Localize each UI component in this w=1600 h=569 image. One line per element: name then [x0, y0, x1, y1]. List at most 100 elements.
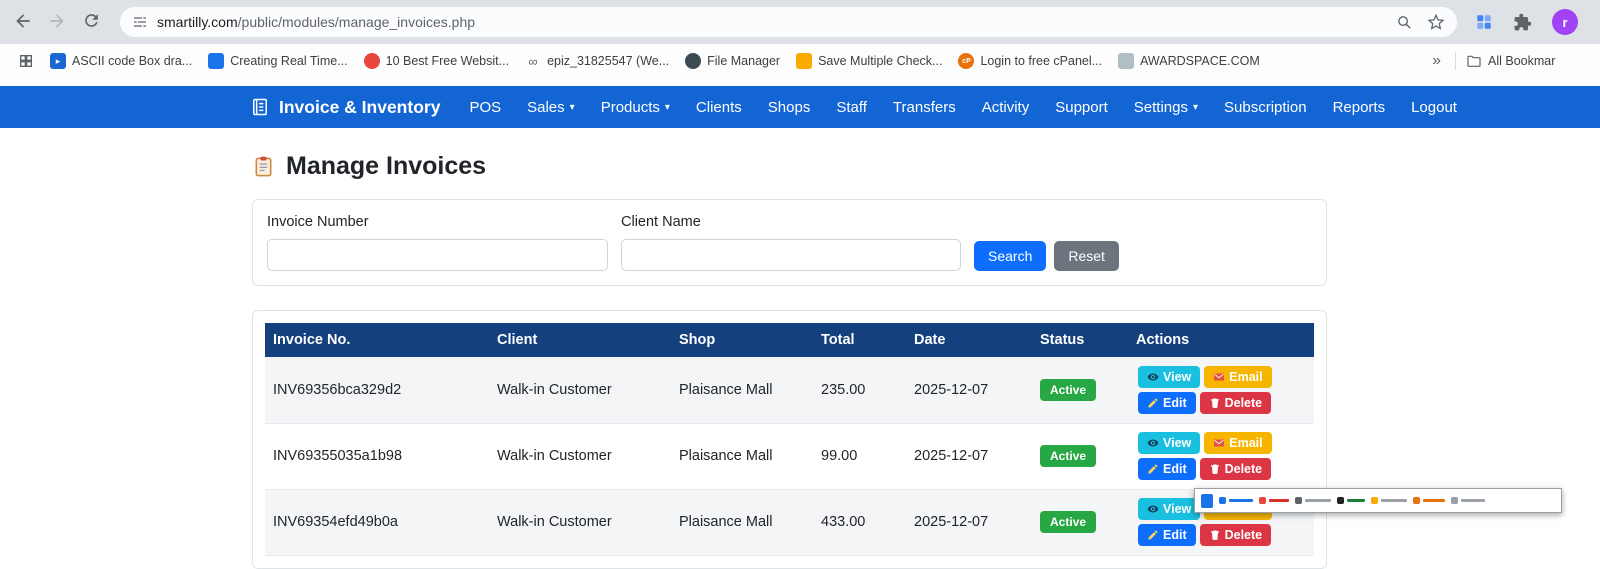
bookmark-item[interactable]: Creating Real Time... — [200, 50, 355, 72]
total-cell: 99.00 — [815, 423, 908, 489]
side-panel-icon[interactable] — [1475, 13, 1493, 31]
app-brand-label: Invoice & Inventory — [279, 97, 440, 118]
bookmarks-overflow-chevron[interactable]: » — [1422, 52, 1451, 70]
nav-item-subscription[interactable]: Subscription — [1211, 99, 1320, 116]
column-header-invoice-no: Invoice No. — [265, 323, 491, 357]
delete-button[interactable]: Delete — [1200, 392, 1272, 414]
url-path: /public/modules/manage_invoices.php — [238, 14, 475, 30]
nav-item-sales[interactable]: Sales▾ — [514, 99, 588, 116]
column-header-date: Date — [908, 323, 1034, 357]
mini-bookmark — [1259, 497, 1289, 504]
view-button[interactable]: View — [1138, 498, 1200, 520]
bookmarks-divider — [1455, 52, 1456, 70]
client-cell: Walk-in Customer — [491, 357, 673, 423]
nav-item-clients[interactable]: Clients — [683, 99, 755, 116]
chevron-down-icon: ▾ — [1193, 102, 1198, 113]
edit-button[interactable]: Edit — [1138, 524, 1196, 546]
mini-bookmark — [1219, 497, 1253, 504]
edit-button[interactable]: Edit — [1138, 458, 1196, 480]
back-button[interactable] — [6, 5, 40, 39]
nav-item-settings[interactable]: Settings▾ — [1121, 99, 1211, 116]
extensions-puzzle-icon[interactable] — [1513, 13, 1532, 32]
page-title-row: Manage Invoices — [252, 152, 1327, 181]
nav-item-transfers[interactable]: Transfers — [880, 99, 969, 116]
trash-icon — [1209, 529, 1221, 541]
nav-item-shops[interactable]: Shops — [755, 99, 824, 116]
chevron-down-icon: ▾ — [665, 102, 670, 113]
bookmark-label: 10 Best Free Websit... — [386, 54, 509, 68]
refresh-button[interactable] — [74, 5, 108, 39]
invoice-no-cell: INV69355035a1b98 — [265, 423, 491, 489]
app-brand[interactable]: Invoice & Inventory — [250, 97, 440, 118]
bookmark-label: epiz_31825547 (We... — [547, 54, 669, 68]
email-button[interactable]: Email — [1204, 432, 1271, 454]
column-header-total: Total — [815, 323, 908, 357]
view-button[interactable]: View — [1138, 366, 1200, 388]
status-badge: Active — [1040, 379, 1096, 401]
toolbar-right-icons: r — [1469, 9, 1594, 35]
chevron-down-icon: ▾ — [570, 102, 575, 113]
nav-item-logout[interactable]: Logout — [1398, 99, 1470, 116]
mini-favicon-dot — [1201, 494, 1213, 508]
bookmark-item[interactable]: File Manager — [677, 50, 788, 72]
column-header-shop: Shop — [673, 323, 815, 357]
mini-bookmark — [1371, 497, 1407, 504]
zoom-icon[interactable] — [1396, 14, 1413, 31]
invoice-no-cell: INV69356bca329d2 — [265, 357, 491, 423]
eye-icon — [1147, 503, 1159, 515]
shop-cell: Plaisance Mall — [673, 489, 815, 555]
nav-item-pos[interactable]: POS — [456, 99, 514, 116]
client-cell: Walk-in Customer — [491, 423, 673, 489]
all-bookmarks[interactable]: All Bookmar — [1460, 50, 1590, 72]
preview-thumbnail[interactable] — [1194, 488, 1562, 513]
bookmark-favicon — [364, 53, 380, 69]
bookmark-favicon — [50, 53, 66, 69]
bookmark-favicon — [685, 53, 701, 69]
apps-grid-icon[interactable] — [10, 53, 42, 69]
site-info-icon[interactable] — [132, 14, 148, 30]
browser-toolbar: smartilly.com/public/modules/manage_invo… — [0, 0, 1600, 44]
envelope-icon — [1213, 371, 1225, 383]
status-badge: Active — [1040, 445, 1096, 467]
back-arrow-icon — [13, 11, 33, 34]
forward-button[interactable] — [40, 5, 74, 39]
column-header-client: Client — [491, 323, 673, 357]
envelope-icon — [1213, 437, 1225, 449]
nav-item-reports[interactable]: Reports — [1320, 99, 1399, 116]
bookmark-item[interactable]: AWARDSPACE.COM — [1110, 50, 1268, 72]
date-cell: 2025-12-07 — [908, 423, 1034, 489]
view-button[interactable]: View — [1138, 432, 1200, 454]
total-cell: 433.00 — [815, 489, 908, 555]
mini-bookmark — [1295, 497, 1331, 504]
profile-avatar[interactable]: r — [1552, 9, 1578, 35]
bookmark-item[interactable]: 10 Best Free Websit... — [356, 50, 517, 72]
reset-button[interactable]: Reset — [1054, 241, 1119, 271]
search-button[interactable]: Search — [974, 241, 1046, 271]
forward-arrow-icon — [47, 11, 67, 34]
edit-button[interactable]: Edit — [1138, 392, 1196, 414]
folder-icon — [1466, 53, 1482, 69]
bookmark-item[interactable]: Login to free cPanel... — [950, 50, 1110, 72]
email-button[interactable]: Email — [1204, 366, 1271, 388]
bookmark-item[interactable]: epiz_31825547 (We... — [517, 50, 677, 72]
nav-item-products[interactable]: Products▾ — [588, 99, 683, 116]
trash-icon — [1209, 463, 1221, 475]
delete-button[interactable]: Delete — [1200, 524, 1272, 546]
bookmark-label: File Manager — [707, 54, 780, 68]
bookmark-star-icon[interactable] — [1427, 13, 1445, 31]
invoices-table: Invoice No. Client Shop Total Date Statu… — [265, 323, 1314, 556]
status-badge: Active — [1040, 511, 1096, 533]
bookmark-label: Save Multiple Check... — [818, 54, 942, 68]
nav-item-activity[interactable]: Activity — [969, 99, 1043, 116]
client-name-input[interactable] — [621, 239, 961, 271]
delete-button[interactable]: Delete — [1200, 458, 1272, 480]
bookmark-item[interactable]: ASCII code Box dra... — [42, 50, 200, 72]
invoice-number-input[interactable] — [267, 239, 608, 271]
date-cell: 2025-12-07 — [908, 489, 1034, 555]
nav-item-staff[interactable]: Staff — [823, 99, 880, 116]
client-name-label: Client Name — [621, 214, 961, 230]
address-bar[interactable]: smartilly.com/public/modules/manage_invo… — [120, 7, 1457, 37]
pencil-icon — [1147, 463, 1159, 475]
bookmark-item[interactable]: Save Multiple Check... — [788, 50, 950, 72]
nav-item-support[interactable]: Support — [1042, 99, 1121, 116]
